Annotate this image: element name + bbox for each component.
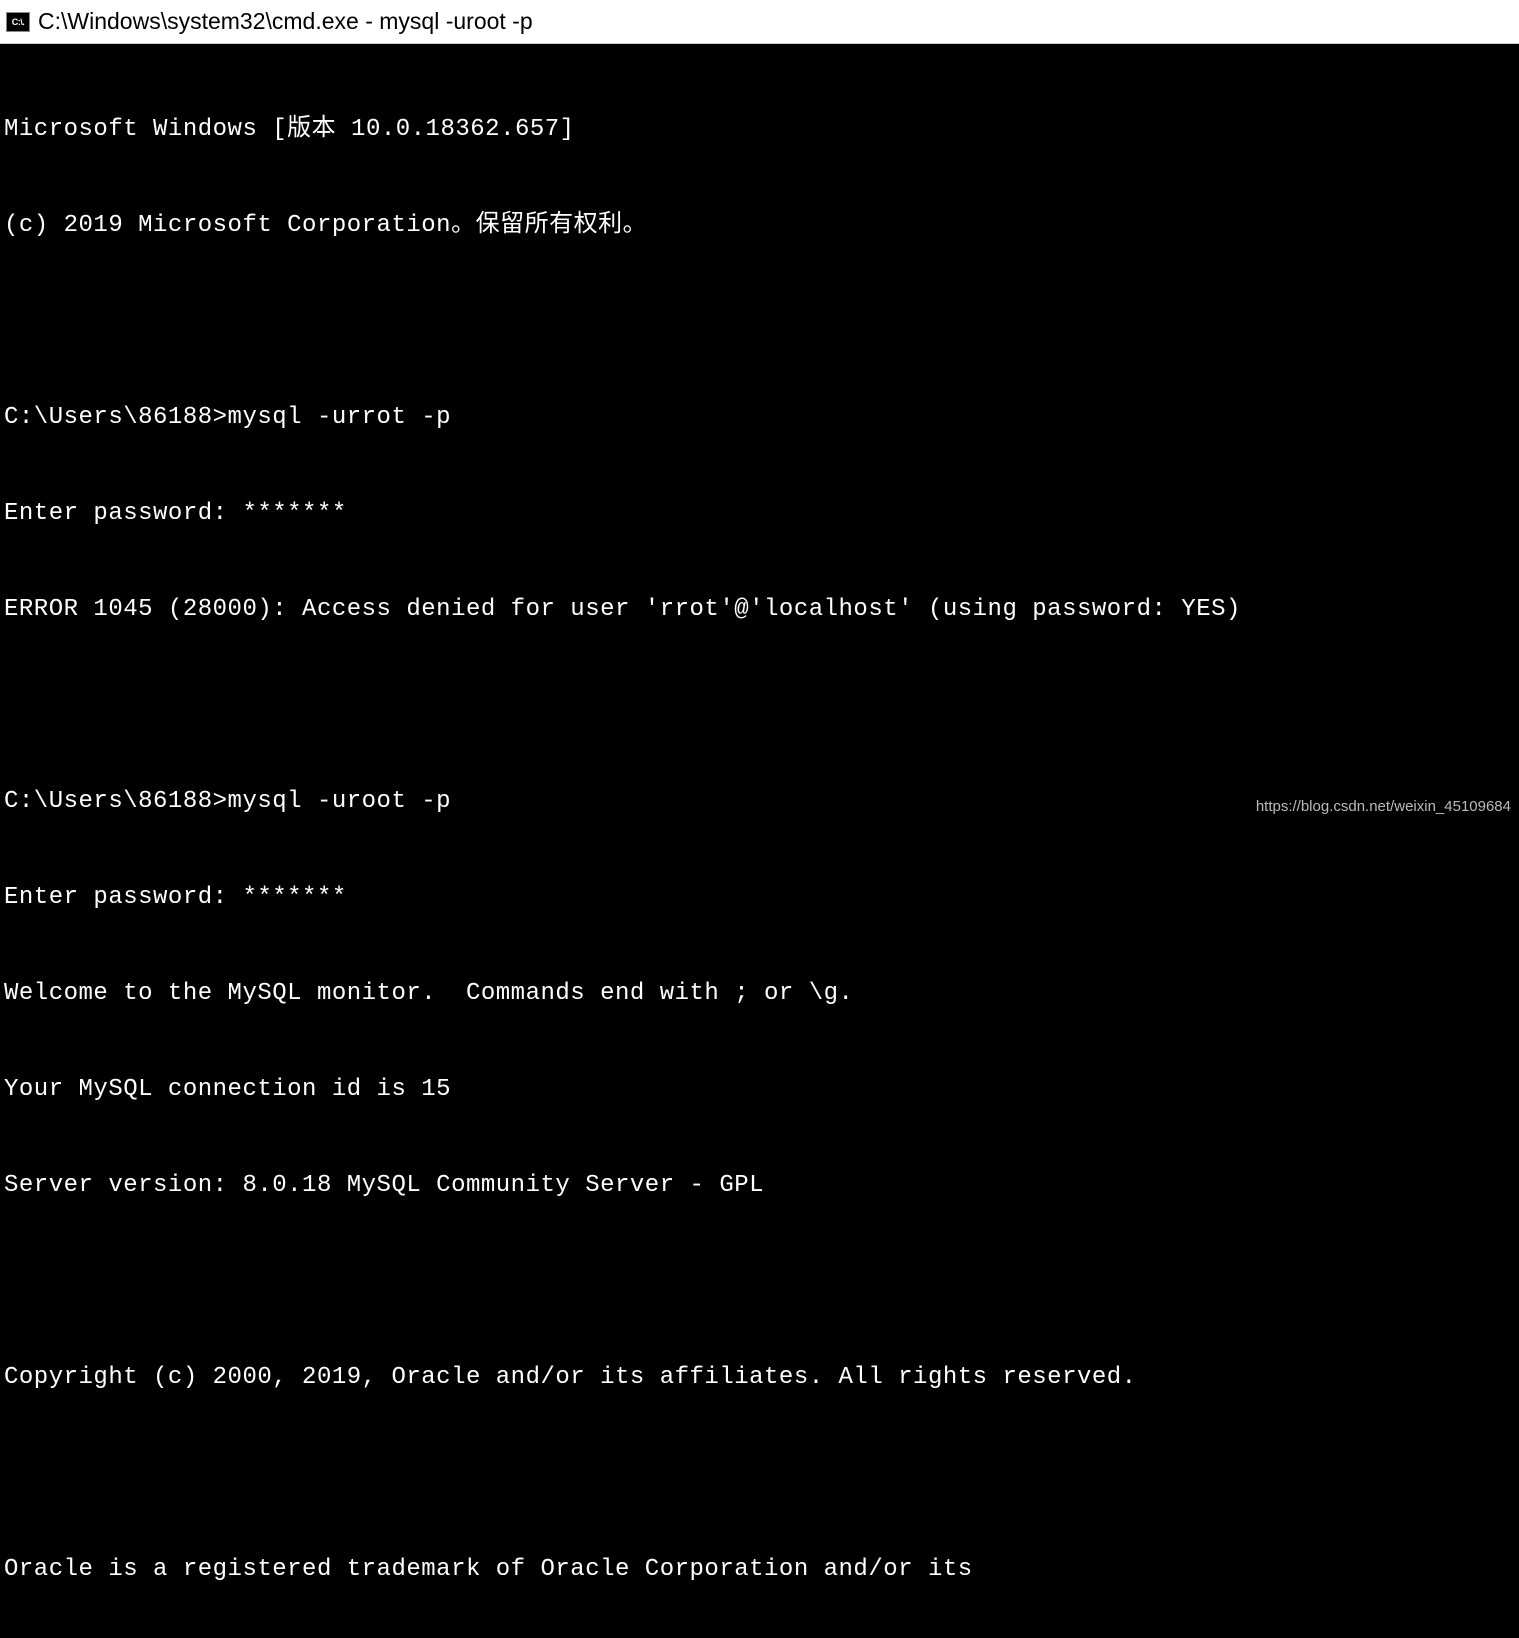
terminal-line: Microsoft Windows [版本 10.0.18362.657] <box>4 114 1515 146</box>
terminal-line: ERROR 1045 (28000): Access denied for us… <box>4 594 1515 626</box>
terminal-line: C:\Users\86188>mysql -urrot -p <box>4 402 1515 434</box>
terminal-line: (c) 2019 Microsoft Corporation。保留所有权利。 <box>4 210 1515 242</box>
terminal-line <box>4 1266 1515 1298</box>
terminal-line <box>4 690 1515 722</box>
terminal-line: Your MySQL connection id is 15 <box>4 1074 1515 1106</box>
watermark-text: https://blog.csdn.net/weixin_45109684 <box>1256 798 1511 815</box>
terminal-line: Oracle is a registered trademark of Orac… <box>4 1554 1515 1586</box>
window-title: C:\Windows\system32\cmd.exe - mysql -uro… <box>38 8 533 35</box>
terminal-line: Copyright (c) 2000, 2019, Oracle and/or … <box>4 1362 1515 1394</box>
terminal-line: Welcome to the MySQL monitor. Commands e… <box>4 978 1515 1010</box>
terminal-line <box>4 306 1515 338</box>
window-titlebar[interactable]: C:\. C:\Windows\system32\cmd.exe - mysql… <box>0 0 1519 44</box>
terminal-output[interactable]: Microsoft Windows [版本 10.0.18362.657] (c… <box>0 44 1519 1638</box>
terminal-line: Server version: 8.0.18 MySQL Community S… <box>4 1170 1515 1202</box>
terminal-line <box>4 1458 1515 1490</box>
cmd-icon-text: C:\. <box>12 17 25 27</box>
cmd-icon: C:\. <box>6 12 30 32</box>
terminal-line: Enter password: ******* <box>4 882 1515 914</box>
terminal-line: Enter password: ******* <box>4 498 1515 530</box>
